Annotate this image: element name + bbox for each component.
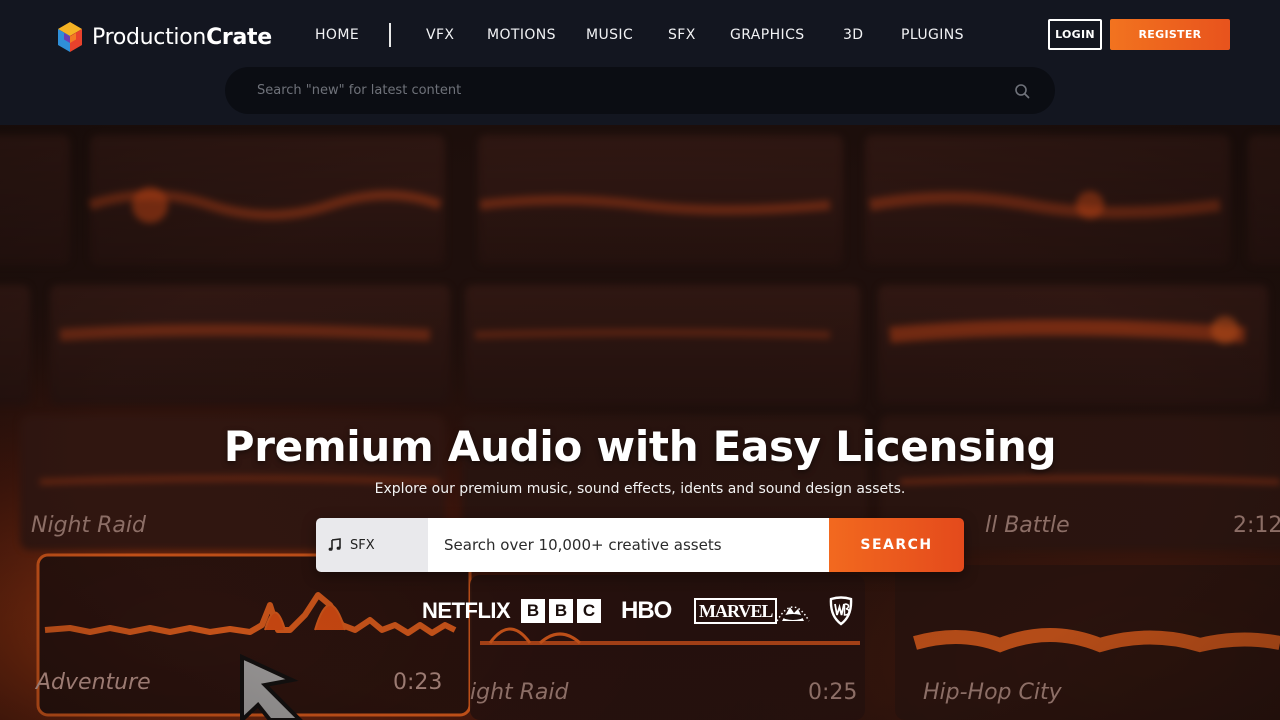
- category-select[interactable]: SFX: [316, 518, 428, 572]
- paramount-logo: [774, 594, 812, 628]
- brand-logos: NETFLIX BBC HBO MARVEL: [420, 594, 860, 628]
- paramount-icon: [776, 606, 810, 622]
- nav-divider: [389, 23, 391, 47]
- bbc-letter: B: [549, 599, 573, 623]
- nav-motions[interactable]: MOTIONS: [487, 22, 556, 48]
- warner-bros-logo: [828, 594, 854, 628]
- netflix-logo: NETFLIX: [422, 598, 511, 623]
- bg-card-title: ight Raid: [470, 680, 569, 705]
- asset-search-input[interactable]: [428, 518, 829, 572]
- hbo-logo: HBO: [621, 597, 672, 624]
- nav-3d[interactable]: 3D: [843, 22, 864, 48]
- bbc-letter: C: [577, 599, 601, 623]
- login-button[interactable]: LOGIN: [1048, 19, 1102, 50]
- bg-card-title: ll Battle: [985, 513, 1070, 538]
- bg-card-title: Night Raid: [31, 513, 146, 538]
- search-button[interactable]: SEARCH: [829, 518, 964, 572]
- bg-card-time: 2:12: [1233, 513, 1280, 538]
- bg-card-time: 0:25: [808, 680, 858, 705]
- music-note-icon: [328, 538, 341, 551]
- hero-search-bar: SFX SEARCH: [316, 518, 964, 572]
- site-header: ProductionCrate HOME VFX MOTIONS MUSIC S…: [0, 0, 1280, 125]
- marvel-text: MARVEL: [694, 598, 778, 624]
- nav-sfx[interactable]: SFX: [668, 22, 696, 48]
- logo-text: ProductionCrate: [92, 24, 272, 50]
- nav-graphics[interactable]: GRAPHICS: [730, 22, 805, 48]
- marvel-logo: MARVEL: [694, 594, 778, 628]
- bg-card-title: Adventure: [36, 670, 151, 695]
- search-icon[interactable]: [1014, 83, 1030, 99]
- nav-home[interactable]: HOME: [315, 22, 359, 48]
- logo[interactable]: ProductionCrate: [57, 20, 272, 54]
- register-button[interactable]: REGISTER: [1110, 19, 1230, 50]
- logo-cube-icon: [58, 22, 82, 52]
- top-search-input[interactable]: [257, 67, 997, 114]
- bbc-letter: B: [521, 599, 545, 623]
- wb-shield-icon: [829, 596, 853, 626]
- hero-subtitle: Explore our premium music, sound effects…: [374, 481, 906, 497]
- bg-card-time: 0:23: [393, 670, 443, 695]
- nav-vfx[interactable]: VFX: [426, 22, 454, 48]
- bg-card-title: Hip-Hop City: [923, 680, 1062, 705]
- category-label: SFX: [350, 537, 375, 553]
- top-search-bar: [225, 67, 1055, 114]
- bbc-logo: BBC: [521, 594, 605, 628]
- hero-title: Premium Audio with Easy Licensing: [223, 422, 1057, 471]
- nav-music[interactable]: MUSIC: [586, 22, 633, 48]
- nav-plugins[interactable]: PLUGINS: [901, 22, 964, 48]
